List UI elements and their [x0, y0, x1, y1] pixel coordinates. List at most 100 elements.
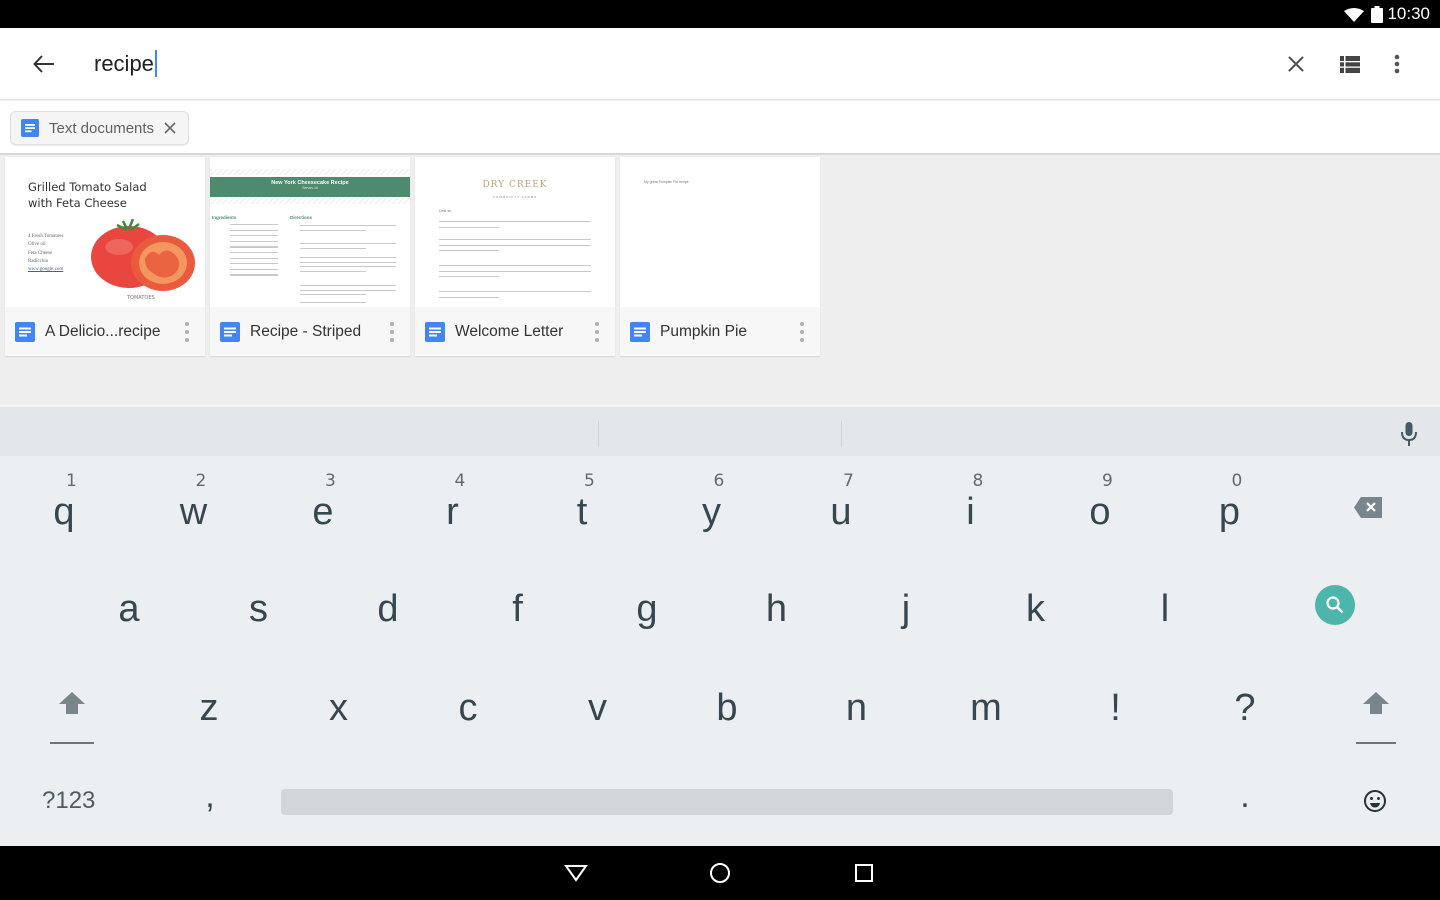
- search-action-key[interactable]: [1315, 585, 1355, 625]
- more-vert-icon: [1394, 54, 1400, 74]
- key-label: b: [716, 687, 738, 729]
- key-w[interactable]: 2w: [134, 461, 254, 557]
- filter-chip-text-documents[interactable]: Text documents: [10, 111, 190, 145]
- thumb-stripe: [210, 169, 410, 175]
- doc-more-button[interactable]: [384, 320, 400, 344]
- symbols-key-label: ?123: [42, 787, 96, 814]
- key-i[interactable]: 8i: [911, 461, 1031, 557]
- key-g[interactable]: g: [587, 555, 707, 651]
- key-label: y: [702, 491, 721, 533]
- key-e[interactable]: 3e: [263, 461, 383, 557]
- suggestion-strip: [0, 405, 1440, 456]
- doc-more-button[interactable]: [179, 320, 195, 344]
- thumb-col-title: Directions: [290, 215, 313, 220]
- thumb-text-line: [300, 261, 396, 263]
- thumb-subheading: Serves 10: [302, 186, 318, 190]
- key-p[interactable]: 0p: [1170, 461, 1290, 557]
- key-l[interactable]: l: [1105, 555, 1225, 651]
- key-r[interactable]: 4r: [393, 461, 513, 557]
- key-label: w: [179, 491, 208, 533]
- key-x[interactable]: x: [279, 657, 399, 753]
- key-c[interactable]: c: [408, 657, 528, 753]
- doc-card-footer: A Delicio...recipe: [5, 307, 205, 356]
- thumb-text-line: [230, 240, 278, 243]
- key-z[interactable]: z: [149, 657, 269, 753]
- thumb-heading-line: Grilled Tomato Salad: [28, 180, 147, 194]
- back-button[interactable]: [24, 46, 64, 82]
- emoji-key[interactable]: [1345, 777, 1405, 827]
- key-a[interactable]: a: [69, 555, 189, 651]
- more-options-button[interactable]: [1381, 48, 1413, 80]
- backspace-icon: [1354, 497, 1382, 518]
- thumb-text-line: [300, 294, 366, 296]
- on-screen-keyboard: 1q2w3e4r5t6y7u8i9o0p asdfghjkl z x c v b n m!?…: [0, 405, 1440, 846]
- doc-card-footer: Recipe - Striped: [210, 307, 410, 356]
- key-v[interactable]: v: [538, 657, 658, 753]
- doc-more-button[interactable]: [589, 320, 605, 344]
- search-input[interactable]: recipe: [94, 50, 157, 77]
- key-label: j: [901, 588, 911, 630]
- thumb-brand: DRY CREEK: [482, 180, 548, 190]
- key-label: v: [588, 687, 607, 729]
- key-label: f: [512, 588, 523, 630]
- key-m[interactable]: m: [926, 657, 1046, 753]
- key-label: d: [377, 588, 399, 630]
- key-f[interactable]: f: [458, 555, 578, 651]
- doc-title: A Delicio...recipe: [45, 323, 161, 340]
- key-d[interactable]: d: [328, 555, 448, 651]
- doc-card[interactable]: DRY CREEK COMMUNITY FARMS Dear sir, Welc…: [415, 157, 615, 356]
- thumb-text-line: [439, 291, 591, 293]
- doc-card[interactable]: My great Pumpkin Pie recipe Pumpkin Pie: [620, 157, 820, 356]
- thumb-text-line: [439, 221, 591, 223]
- search-query: recipe: [94, 51, 154, 76]
- recents-square-icon: [855, 864, 873, 882]
- thumb-text-line: [230, 257, 278, 259]
- clear-search-button[interactable]: [1280, 48, 1312, 80]
- key-b[interactable]: b: [667, 657, 787, 753]
- doc-card-footer: Pumpkin Pie: [620, 307, 820, 356]
- shift-key-right[interactable]: [1344, 687, 1424, 757]
- doc-more-button[interactable]: [794, 320, 810, 344]
- period-key[interactable]: .: [1185, 775, 1305, 835]
- key-u[interactable]: 7u: [781, 461, 901, 557]
- backspace-key[interactable]: [1330, 480, 1410, 540]
- key-y[interactable]: 6y: [652, 461, 772, 557]
- thumb-text-line: [300, 257, 396, 259]
- key-label: x: [329, 687, 348, 729]
- key-exclamation[interactable]: !: [1056, 657, 1176, 753]
- nav-recents-button[interactable]: [850, 860, 878, 886]
- space-bar[interactable]: [281, 789, 1173, 815]
- key-n[interactable]: n: [797, 657, 917, 753]
- key-label: g: [636, 588, 658, 630]
- search-app-bar: recipe: [0, 28, 1440, 100]
- doc-card[interactable]: New York Cheesecake Recipe Serves 10 Ing…: [210, 157, 410, 356]
- key-label: o: [1089, 491, 1111, 533]
- nav-home-button[interactable]: [706, 860, 734, 886]
- thumb-brand-sub: COMMUNITY FARMS: [492, 195, 538, 199]
- list-view-button[interactable]: [1334, 48, 1366, 80]
- key-number-hint: 3: [325, 471, 336, 491]
- key-k[interactable]: k: [976, 555, 1096, 651]
- shift-key-left[interactable]: [40, 687, 120, 757]
- key-question[interactable]: ?: [1185, 657, 1305, 753]
- arrow-left-icon: [33, 55, 54, 73]
- doc-thumbnail: DRY CREEK COMMUNITY FARMS Dear sir,: [415, 157, 615, 307]
- symbols-key[interactable]: ?123: [22, 777, 122, 827]
- key-h[interactable]: h: [717, 555, 837, 651]
- key-label: k: [1026, 588, 1045, 630]
- key-o[interactable]: 9o: [1040, 461, 1160, 557]
- key-j[interactable]: j: [846, 555, 966, 651]
- close-icon[interactable]: [164, 122, 176, 134]
- key-label: e: [312, 491, 334, 533]
- search-results-grid: Grilled Tomato Salad with Feta Cheese 4 …: [0, 157, 1440, 405]
- shift-icon: [59, 692, 85, 714]
- key-s[interactable]: s: [199, 555, 319, 651]
- comma-key[interactable]: ,: [150, 775, 270, 835]
- key-q[interactable]: 1q: [4, 461, 124, 557]
- key-label: q: [53, 491, 75, 533]
- nav-back-button[interactable]: [562, 860, 590, 886]
- key-t[interactable]: 5t: [522, 461, 642, 557]
- doc-card[interactable]: Grilled Tomato Salad with Feta Cheese 4 …: [5, 157, 205, 356]
- thumb-col-title: Ingredients: [212, 215, 237, 220]
- voice-input-button[interactable]: [1396, 419, 1422, 449]
